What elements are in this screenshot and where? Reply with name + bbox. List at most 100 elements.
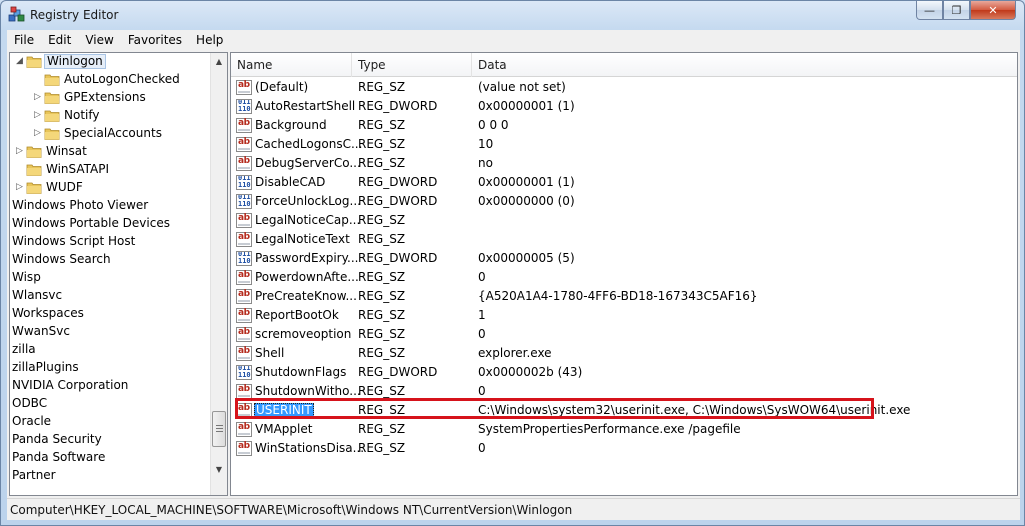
value-row[interactable]: ab ReportBootOk REG_SZ 1 — [231, 306, 1017, 325]
tree-item[interactable]: ▷ Notify — [10, 107, 210, 125]
value-type: REG_DWORD — [358, 99, 438, 113]
value-row[interactable]: ab CachedLogonsC... REG_SZ 10 — [231, 135, 1017, 154]
tree-item[interactable]: Windows Search — [10, 251, 210, 269]
scroll-down-arrow-icon[interactable]: ▼ — [211, 461, 227, 478]
tree-item[interactable]: Oracle — [10, 413, 210, 431]
value-type: REG_DWORD — [358, 175, 438, 189]
key-tree-pane[interactable]: ◢ Winlogon AutoLogonChecked ▷ GPExtensions ▷ N… — [9, 52, 228, 496]
scroll-thumb[interactable] — [212, 411, 226, 447]
tree-item[interactable]: Workspaces — [10, 305, 210, 323]
value-data: 0x00000001 (1) — [478, 175, 575, 189]
value-row[interactable]: ab Background REG_SZ 0 0 0 — [231, 116, 1017, 135]
value-name: Background — [255, 118, 327, 132]
column-header-data[interactable]: Data — [472, 53, 1017, 77]
client-area: ◢ Winlogon AutoLogonChecked ▷ GPExtensions ▷ N… — [7, 50, 1020, 498]
value-data: 0 — [478, 384, 486, 398]
collapsed-arrow-icon[interactable]: ▷ — [16, 146, 23, 156]
tree-item[interactable]: Windows Photo Viewer — [10, 197, 210, 215]
tree-item[interactable]: Windows Script Host — [10, 233, 210, 251]
folder-icon — [44, 74, 60, 86]
value-data: (value not set) — [478, 80, 566, 94]
value-row[interactable]: ab LegalNoticeCap... REG_SZ — [231, 211, 1017, 230]
value-row[interactable]: ab VMApplet REG_SZ SystemPropertiesPerforma… — [231, 420, 1017, 439]
scroll-up-arrow-icon[interactable]: ▲ — [211, 53, 227, 70]
tree-vertical-scrollbar[interactable]: ▲ ▼ — [210, 53, 227, 495]
tree-item[interactable]: Windows Portable Devices — [10, 215, 210, 233]
string-value-icon: ab — [236, 346, 252, 361]
value-row[interactable]: 011 110 DisableCAD REG_DWORD 0x00000001 (1) — [231, 173, 1017, 192]
menu-edit[interactable]: Edit — [41, 30, 78, 50]
value-row[interactable]: ab Shell REG_SZ explorer.exe — [231, 344, 1017, 363]
value-name: (Default) — [255, 80, 309, 94]
string-value-icon: ab — [236, 422, 252, 437]
value-row[interactable]: ab LegalNoticeText REG_SZ — [231, 230, 1017, 249]
tree-item-label: Windows Script Host — [12, 234, 136, 248]
tree-item-label: Workspaces — [12, 306, 84, 320]
column-header-type[interactable]: Type — [352, 53, 472, 77]
maximize-button[interactable]: ❐ — [943, 1, 970, 20]
value-row[interactable]: ab WinStationsDisa... REG_SZ 0 — [231, 439, 1017, 458]
folder-icon — [44, 92, 60, 104]
tree-item[interactable]: Panda Security — [10, 431, 210, 449]
title-bar[interactable]: Registry Editor — ❐ ✕ — [1, 1, 1024, 30]
menu-favorites[interactable]: Favorites — [121, 30, 189, 50]
tree-item[interactable]: AutoLogonChecked — [10, 71, 210, 89]
folder-icon — [26, 56, 42, 68]
value-type: REG_SZ — [358, 270, 406, 284]
close-button[interactable]: ✕ — [970, 1, 1016, 20]
value-row[interactable]: ab (Default) REG_SZ (value not set) — [231, 78, 1017, 97]
tree-item[interactable]: WwanSvc — [10, 323, 210, 341]
expanded-arrow-icon[interactable]: ◢ — [16, 56, 23, 66]
tree-item[interactable]: ▷ Winsat — [10, 143, 210, 161]
value-data: explorer.exe — [478, 346, 552, 360]
value-row[interactable]: 011 110 AutoRestartShell REG_DWORD 0x0000000… — [231, 97, 1017, 116]
column-header-name[interactable]: Name — [231, 53, 352, 77]
menu-view[interactable]: View — [78, 30, 120, 50]
values-list-pane[interactable]: Name Type Data ab (Default) REG_SZ (value n… — [230, 52, 1018, 496]
value-type: REG_SZ — [358, 118, 406, 132]
tree-item-label: ODBC — [12, 396, 48, 410]
value-data: 0x00000001 (1) — [478, 99, 575, 113]
value-row[interactable]: ab DebugServerCo... REG_SZ no — [231, 154, 1017, 173]
tree-item[interactable]: Wisp — [10, 269, 210, 287]
menu-bar: File Edit View Favorites Help — [7, 30, 1020, 50]
tree-item[interactable]: ▷ GPExtensions — [10, 89, 210, 107]
tree-item[interactable]: Panda Software — [10, 449, 210, 467]
string-value-icon: ab — [236, 308, 252, 323]
tree-item[interactable]: ▷ WUDF — [10, 179, 210, 197]
value-type: REG_SZ — [358, 156, 406, 170]
tree-item[interactable]: ▷ SpecialAccounts — [10, 125, 210, 143]
menu-file[interactable]: File — [7, 30, 41, 50]
value-row[interactable]: 011 110 ForceUnlockLog... REG_DWORD 0x000000… — [231, 192, 1017, 211]
value-type: REG_SZ — [358, 346, 406, 360]
value-row[interactable]: ab scremoveoption REG_SZ 0 — [231, 325, 1017, 344]
tree-item-label: Windows Photo Viewer — [12, 198, 149, 212]
caption-buttons: — ❐ ✕ — [916, 1, 1016, 21]
value-type: REG_SZ — [358, 441, 406, 455]
value-type: REG_SZ — [358, 80, 406, 94]
tree-item[interactable]: NVIDIA Corporation — [10, 377, 210, 395]
minimize-button[interactable]: — — [916, 1, 943, 20]
value-row[interactable]: 011 110 PasswordExpiry... REG_DWORD 0x000000… — [231, 249, 1017, 268]
menu-help[interactable]: Help — [189, 30, 230, 50]
tree-item[interactable]: zilla — [10, 341, 210, 359]
tree-item[interactable]: ◢ Winlogon — [10, 53, 210, 71]
tree-item[interactable]: zillaPlugins — [10, 359, 210, 377]
collapsed-arrow-icon[interactable]: ▷ — [34, 92, 41, 102]
string-value-icon: ab — [236, 80, 252, 95]
tree-item-label: Windows Search — [12, 252, 111, 266]
tree-item[interactable]: Wlansvc — [10, 287, 210, 305]
collapsed-arrow-icon[interactable]: ▷ — [16, 182, 23, 192]
value-row[interactable]: ab PowerdownAfte... REG_SZ 0 — [231, 268, 1017, 287]
tree-item-label: Panda Software — [12, 450, 106, 464]
collapsed-arrow-icon[interactable]: ▷ — [34, 110, 41, 120]
collapsed-arrow-icon[interactable]: ▷ — [34, 128, 41, 138]
tree-item[interactable]: Partner — [10, 467, 210, 485]
value-name: WinStationsDisa... — [255, 441, 365, 455]
tree-item[interactable]: ODBC — [10, 395, 210, 413]
value-row[interactable]: ab PreCreateKnow... REG_SZ {A520A1A4-1780-4… — [231, 287, 1017, 306]
tree-item-label: WwanSvc — [12, 324, 70, 338]
value-row[interactable]: 011 110 ShutdownFlags REG_DWORD 0x0000002b (… — [231, 363, 1017, 382]
tree-item[interactable]: WinSATAPI — [10, 161, 210, 179]
binary-value-icon: 011 110 — [236, 175, 252, 190]
